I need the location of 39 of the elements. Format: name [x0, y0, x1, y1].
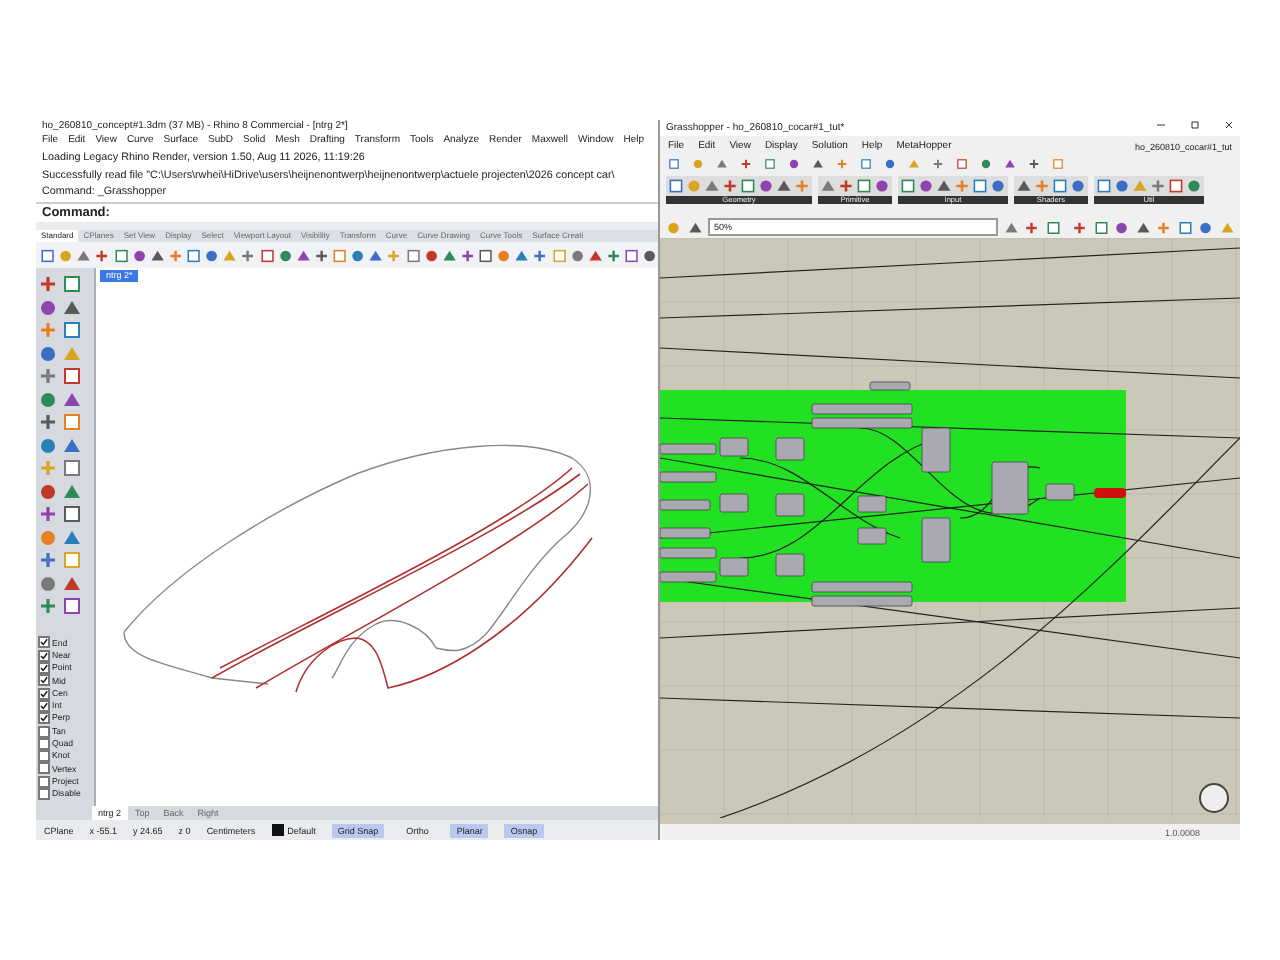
checkbox[interactable] [38, 775, 50, 788]
tool-icon[interactable] [1072, 219, 1088, 235]
maximize-icon[interactable] [1190, 120, 1200, 130]
close-icon[interactable] [1224, 120, 1234, 130]
tool-icon[interactable] [38, 274, 58, 294]
checkbox[interactable] [38, 750, 50, 763]
checkbox[interactable] [38, 687, 50, 700]
checkbox[interactable] [38, 712, 50, 725]
tool-icon[interactable] [38, 550, 58, 570]
tool-icon[interactable] [94, 247, 110, 263]
tool-icon[interactable] [1045, 219, 1061, 235]
tool-icon[interactable] [240, 247, 256, 263]
checkbox[interactable] [38, 674, 50, 687]
tab-icon[interactable] [836, 158, 848, 170]
tool-icon[interactable] [38, 596, 58, 616]
error-param [1094, 488, 1126, 498]
tool-icon[interactable] [605, 247, 621, 263]
checkbox[interactable] [38, 662, 50, 675]
checkbox[interactable] [38, 762, 50, 775]
tool-icon[interactable] [532, 247, 548, 263]
tool-icon[interactable] [38, 504, 58, 524]
checkbox[interactable] [38, 636, 50, 649]
tool-icon[interactable] [1024, 219, 1040, 235]
checkbox[interactable] [38, 649, 50, 662]
layer-swatch [271, 824, 284, 836]
checkbox[interactable] [38, 725, 50, 738]
tool-icon[interactable] [313, 247, 329, 263]
tool-icon[interactable] [38, 412, 58, 432]
tab-icon[interactable] [1028, 158, 1040, 170]
tab-icon[interactable] [740, 158, 752, 170]
checkbox[interactable] [38, 788, 50, 800]
tool-icon[interactable] [38, 366, 58, 386]
component-icon[interactable] [838, 178, 854, 194]
component-icon[interactable] [1150, 178, 1166, 194]
tab-icon[interactable] [932, 158, 944, 170]
minimize-icon[interactable] [1156, 120, 1166, 130]
navigation-compass-icon[interactable] [1199, 783, 1229, 813]
component-icon[interactable] [722, 178, 738, 194]
tool-icon[interactable] [459, 247, 475, 263]
